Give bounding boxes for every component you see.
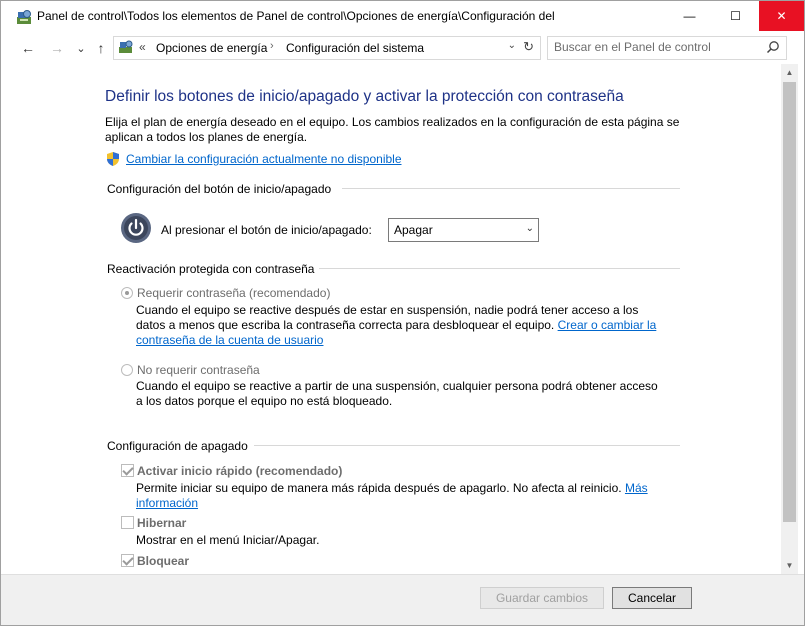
no-password-radio[interactable] [121,364,133,376]
power-button-action-select[interactable]: Apagar ⌄ [388,218,539,242]
scroll-down-icon[interactable]: ▼ [781,557,798,574]
close-button[interactable]: ✕ [759,1,804,31]
section-title-power-button: Configuración del botón de inicio/apagad… [107,182,332,196]
breadcrumb-power-options[interactable]: Opciones de energía [156,41,267,55]
divider [342,188,680,189]
minimize-icon: — [683,9,696,23]
require-password-description: Cuando el equipo se reactive después de … [136,303,666,348]
main-content: Definir los botones de inicio/apagado y … [1,64,781,574]
address-bar[interactable]: « Opciones de energía › Configuración de… [113,36,541,60]
back-button[interactable]: ← [19,38,37,58]
up-arrow-icon: ↑ [97,40,105,56]
page-intro: Elija el plan de energía deseado en el e… [105,115,680,144]
refresh-icon[interactable]: ↻ [523,39,534,55]
breadcrumb-overflow[interactable]: « [139,40,146,54]
recent-locations-button[interactable]: ⌄ [72,38,90,58]
minimize-button[interactable]: — [667,1,712,31]
power-button-action-value: Apagar [394,223,433,237]
require-password-label[interactable]: Requerir contraseña (recomendado) [137,286,330,300]
title-bar[interactable]: Panel de control\Todos los elementos de … [1,1,804,32]
breadcrumb-system-settings[interactable]: Configuración del sistema [286,41,424,55]
hibernate-checkbox[interactable] [121,516,134,529]
vertical-scrollbar[interactable]: ▲ ▼ [781,64,798,574]
no-password-description: Cuando el equipo se reactive a partir de… [136,379,658,408]
address-dropdown-icon[interactable]: ⌄ [508,40,516,51]
search-icon[interactable] [766,40,780,54]
close-icon: ✕ [776,9,787,23]
breadcrumb-separator[interactable]: › [270,40,274,52]
page-title: Definir los botones de inicio/apagado y … [105,88,624,105]
section-title-wakeup-password: Reactivación protegida con contraseña [107,262,315,276]
power-button-icon [121,213,151,243]
up-button[interactable]: ↑ [92,38,110,58]
no-password-label[interactable]: No requerir contraseña [137,363,260,377]
window-title: Panel de control\Todos los elementos de … [37,9,555,23]
control-panel-icon [17,10,31,24]
scrollbar-thumb[interactable] [783,82,796,522]
save-changes-button[interactable]: Guardar cambios [480,587,604,609]
divider [319,268,680,269]
search-box[interactable] [547,36,787,60]
hibernate-description: Mostrar en el menú Iniciar/Apagar. [136,533,320,547]
control-panel-small-icon [119,40,133,53]
control-panel-window: Panel de control\Todos los elementos de … [0,0,805,626]
uac-shield-icon [107,152,119,166]
maximize-icon: ☐ [730,9,741,23]
cancel-button[interactable]: Cancelar [612,587,692,609]
fast-startup-text: Permite iniciar su equipo de manera más … [136,481,622,495]
require-password-radio[interactable] [121,287,133,299]
change-unavailable-settings-link[interactable]: Cambiar la configuración actualmente no … [126,152,402,166]
lock-label[interactable]: Bloquear [137,554,189,568]
section-title-shutdown: Configuración de apagado [107,439,248,453]
power-button-action-label: Al presionar el botón de inicio/apagado: [161,223,372,237]
search-input[interactable] [554,40,754,54]
back-arrow-icon: ← [21,40,35,56]
chevron-down-icon: ⌄ [525,223,534,234]
maximize-button[interactable]: ☐ [713,1,758,31]
fast-startup-description: Permite iniciar su equipo de manera más … [136,481,666,511]
fast-startup-checkbox[interactable] [121,464,134,477]
lock-checkbox[interactable] [121,554,134,567]
hibernate-label[interactable]: Hibernar [137,516,186,530]
dialog-footer: Guardar cambios Cancelar [1,574,804,625]
scroll-up-icon[interactable]: ▲ [781,64,798,81]
fast-startup-label[interactable]: Activar inicio rápido (recomendado) [137,464,342,478]
forward-button[interactable]: → [48,38,66,58]
forward-arrow-icon: → [50,40,64,56]
chevron-down-icon: ⌄ [76,42,86,55]
divider [254,445,680,446]
